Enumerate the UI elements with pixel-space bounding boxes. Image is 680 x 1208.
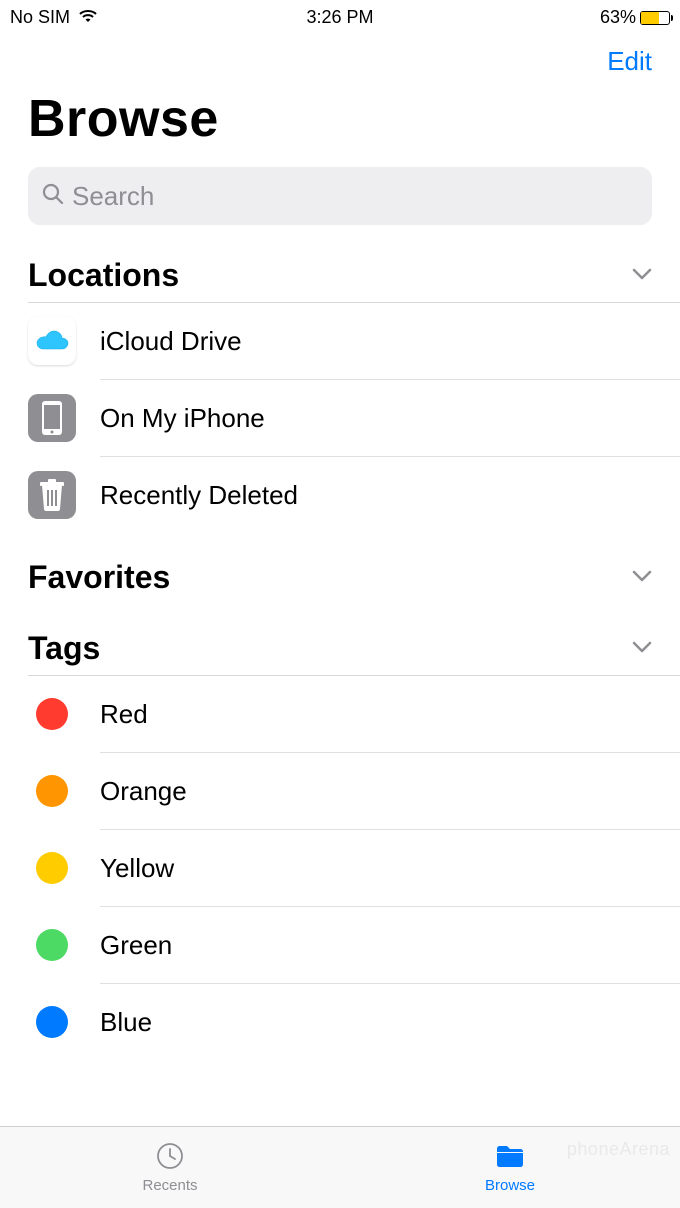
folder-icon	[493, 1141, 527, 1175]
location-item-recently-deleted[interactable]: Recently Deleted	[0, 457, 680, 533]
tag-label: Red	[100, 699, 148, 730]
list-item-label: On My iPhone	[100, 403, 265, 434]
wifi-icon	[78, 7, 98, 28]
tag-item-red[interactable]: Red	[0, 676, 680, 752]
tag-label: Blue	[100, 1007, 152, 1038]
search-field[interactable]	[28, 167, 652, 225]
search-icon	[42, 183, 64, 210]
tag-item-yellow[interactable]: Yellow	[0, 830, 680, 906]
tab-label: Browse	[485, 1177, 535, 1194]
tag-dot-icon	[36, 929, 68, 961]
carrier-text: No SIM	[10, 7, 70, 28]
section-title-favorites: Favorites	[28, 559, 170, 596]
watermark: phoneArena	[567, 1139, 670, 1160]
tag-label: Green	[100, 930, 172, 961]
location-item-on-my-iphone[interactable]: On My iPhone	[0, 380, 680, 456]
list-item-label: iCloud Drive	[100, 326, 242, 357]
tag-dot-icon	[36, 1006, 68, 1038]
tab-label: Recents	[142, 1177, 197, 1194]
cloud-icon	[28, 317, 76, 365]
tag-label: Orange	[100, 776, 187, 807]
battery-icon	[640, 11, 670, 25]
battery-percent-text: 63%	[600, 7, 636, 28]
clock-icon	[153, 1141, 187, 1175]
tag-item-green[interactable]: Green	[0, 907, 680, 983]
tag-label: Yellow	[100, 853, 174, 884]
status-bar: No SIM 3:26 PM 63%	[0, 0, 680, 30]
search-input[interactable]	[72, 181, 638, 212]
chevron-down-icon	[632, 640, 652, 658]
trash-icon	[28, 471, 76, 519]
section-header-locations[interactable]: Locations	[0, 243, 680, 302]
tag-dot-icon	[36, 698, 68, 730]
battery-fill	[641, 12, 659, 24]
section-title-locations: Locations	[28, 257, 179, 294]
tag-item-blue[interactable]: Blue	[0, 984, 680, 1060]
tag-dot-icon	[36, 775, 68, 807]
chevron-down-icon	[632, 267, 652, 285]
section-header-tags[interactable]: Tags	[0, 604, 680, 675]
chevron-down-icon	[632, 569, 652, 587]
page-title: Browse	[0, 77, 680, 167]
clock-text: 3:26 PM	[306, 7, 373, 28]
list-item-label: Recently Deleted	[100, 480, 298, 511]
edit-button[interactable]: Edit	[607, 46, 652, 77]
tag-item-orange[interactable]: Orange	[0, 753, 680, 829]
location-item-icloud-drive[interactable]: iCloud Drive	[0, 303, 680, 379]
section-header-favorites[interactable]: Favorites	[0, 533, 680, 604]
tab-recents[interactable]: Recents	[0, 1127, 340, 1208]
iphone-icon	[28, 394, 76, 442]
section-title-tags: Tags	[28, 630, 100, 667]
tag-dot-icon	[36, 852, 68, 884]
